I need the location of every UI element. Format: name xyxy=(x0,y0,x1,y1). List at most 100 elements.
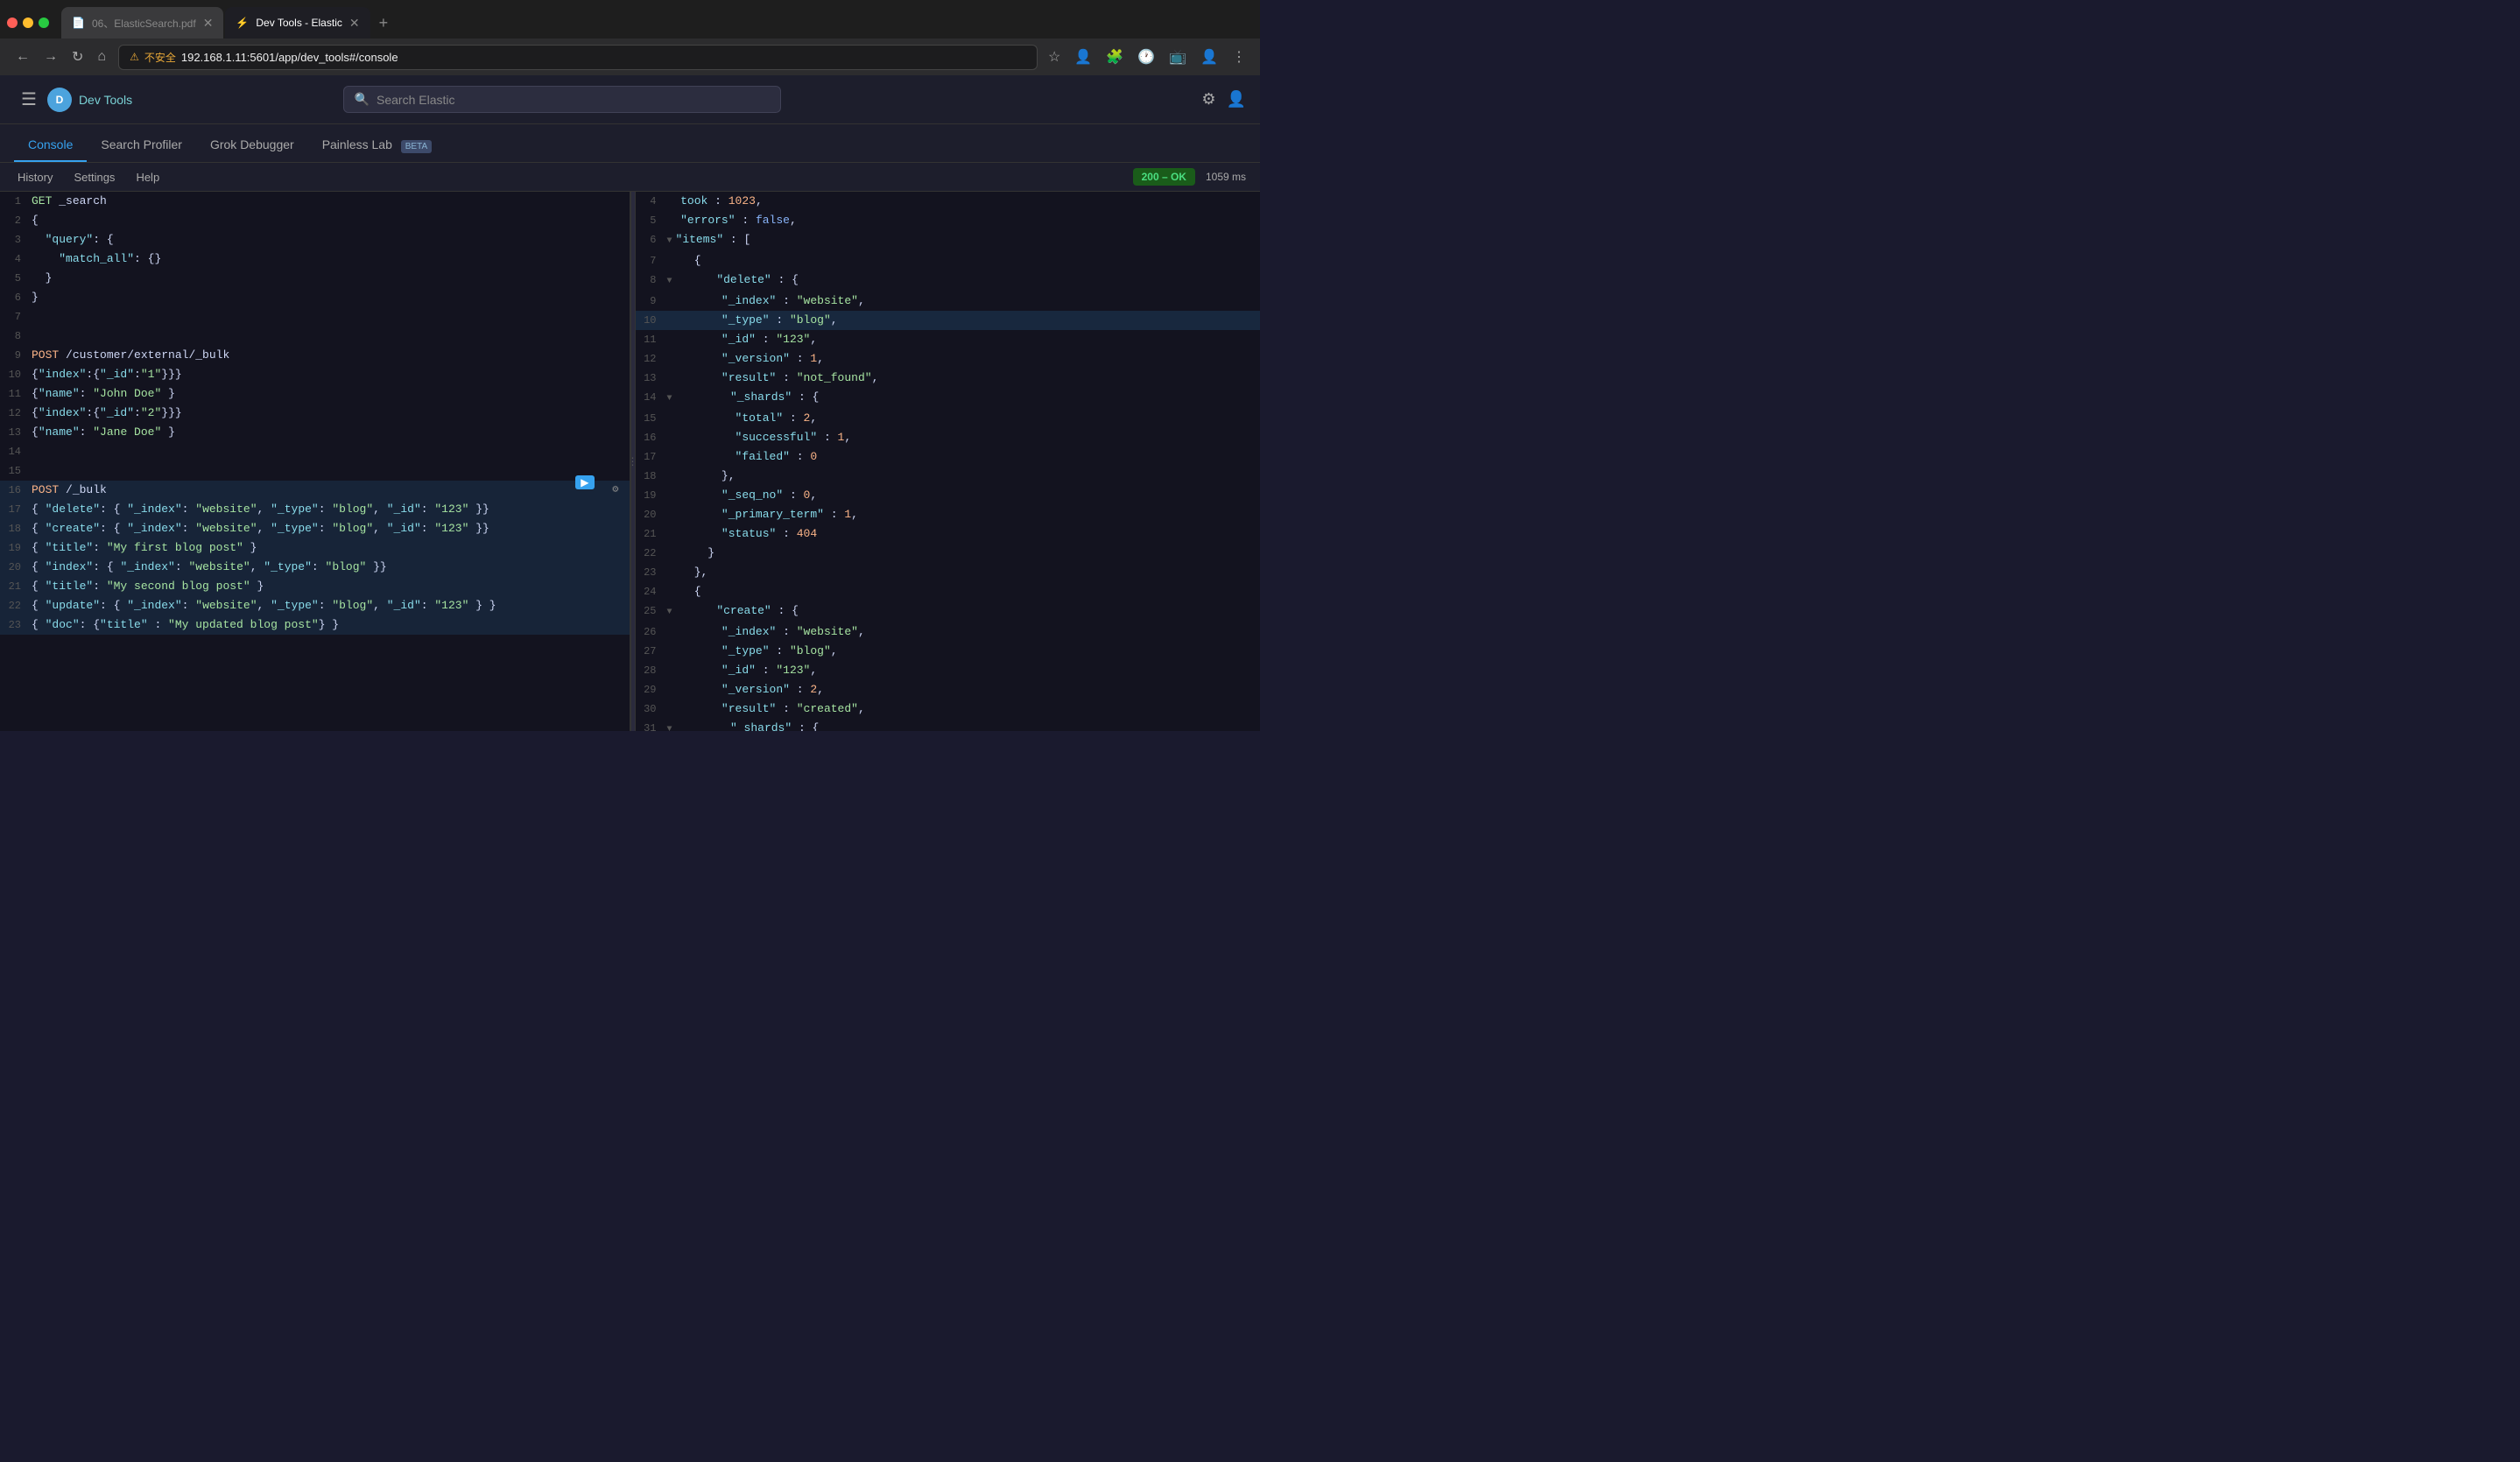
reload-button[interactable]: ↻ xyxy=(67,45,88,69)
tab-console[interactable]: Console xyxy=(14,129,87,162)
elastic-search-bar[interactable]: 🔍 Search Elastic xyxy=(343,86,781,113)
resp-line: 17 "failed" : 0 xyxy=(636,447,1261,467)
code-line: 20 { "index": { "_index": "website", "_t… xyxy=(0,558,630,577)
tab-devtools-close[interactable]: ✕ xyxy=(349,16,360,31)
bookmark-icon[interactable]: ☆ xyxy=(1045,45,1064,69)
beta-badge: BETA xyxy=(401,140,432,153)
search-icon: 🔍 xyxy=(355,92,370,107)
resp-line: 27 "_type" : "blog", xyxy=(636,642,1261,661)
code-line: 15 xyxy=(0,461,630,481)
tab-grok-debugger[interactable]: Grok Debugger xyxy=(196,129,308,162)
code-line: 6 } xyxy=(0,288,630,307)
forward-button[interactable]: → xyxy=(39,46,63,68)
settings-icon[interactable]: ⚙ xyxy=(1201,90,1215,109)
main-content: 1 GET _search 2 { 3 "query": { 4 "match_… xyxy=(0,192,1260,731)
history-button[interactable]: History xyxy=(14,168,56,186)
resp-line: 9 "_index" : "website", xyxy=(636,292,1261,311)
resp-line: 12 "_version" : 1, xyxy=(636,349,1261,369)
code-line: 21 { "title": "My second blog post" } xyxy=(0,577,630,596)
code-line: 7 xyxy=(0,307,630,327)
traffic-lights xyxy=(7,18,49,28)
user-account-icon[interactable]: 👤 xyxy=(1197,45,1221,69)
resp-line: 4 took : 1023, xyxy=(636,192,1261,211)
resp-line: 19 "_seq_no" : 0, xyxy=(636,486,1261,505)
elastic-header: ☰ D Dev Tools 🔍 Search Elastic ⚙ 👤 xyxy=(0,75,1260,124)
nav-controls: ← → ↻ ⌂ xyxy=(11,45,111,69)
tab-grok-debugger-label: Grok Debugger xyxy=(210,137,294,151)
editor-area[interactable]: 1 GET _search 2 { 3 "query": { 4 "match_… xyxy=(0,192,630,731)
code-line: 5 } xyxy=(0,269,630,288)
help-icon[interactable]: 👤 xyxy=(1227,90,1246,109)
run-button[interactable]: ▶ xyxy=(575,475,594,489)
address-bar-row: ← → ↻ ⌂ ⚠ 不安全 192.168.1.11:5601/app/dev_… xyxy=(0,39,1260,75)
code-line: 8 xyxy=(0,327,630,346)
resp-line: 23 }, xyxy=(636,563,1261,582)
code-line: 14 xyxy=(0,442,630,461)
new-tab-button[interactable]: + xyxy=(372,11,396,36)
profile-icon[interactable]: 👤 xyxy=(1071,45,1095,69)
code-line: 23 { "doc": {"title" : "My updated blog … xyxy=(0,615,630,635)
tab-pdf-icon: 📄 xyxy=(72,17,85,29)
resp-line: 21 "status" : 404 xyxy=(636,524,1261,544)
tab-search-profiler[interactable]: Search Profiler xyxy=(87,129,196,162)
code-line: 3 "query": { xyxy=(0,230,630,250)
tab-devtools-icon: ⚡ xyxy=(236,17,249,29)
help-button[interactable]: Help xyxy=(132,168,163,186)
editor-panel: 1 GET _search 2 { 3 "query": { 4 "match_… xyxy=(0,192,630,731)
address-text: 192.168.1.11:5601/app/dev_tools#/console xyxy=(181,51,398,64)
tab-pdf[interactable]: 📄 06、ElasticSearch.pdf ✕ xyxy=(61,7,223,39)
resp-line: 29 "_version" : 2, xyxy=(636,680,1261,699)
code-line: 11 {"name": "John Doe" } xyxy=(0,384,630,404)
response-area[interactable]: 4 took : 1023, 5 "errors" : false, 6 ▼"i… xyxy=(636,192,1261,731)
code-line: 17 { "delete": { "_index": "website", "_… xyxy=(0,500,630,519)
more-icon[interactable]: ⋮ xyxy=(1228,45,1249,69)
tab-painless-lab[interactable]: Painless Lab BETA xyxy=(308,129,446,162)
status-ok-badge: 200 – OK xyxy=(1133,168,1195,186)
code-line: 10 {"index":{"_id":"1"}}} xyxy=(0,365,630,384)
code-line: 9 POST /customer/external/_bulk xyxy=(0,346,630,365)
breadcrumb[interactable]: Dev Tools xyxy=(79,93,132,107)
elastic-app: ☰ D Dev Tools 🔍 Search Elastic ⚙ 👤 Conso… xyxy=(0,75,1260,731)
resp-line: 30 "result" : "created", xyxy=(636,699,1261,719)
response-panel: 4 took : 1023, 5 "errors" : false, 6 ▼"i… xyxy=(636,192,1261,731)
code-line-highlight: 16 POST /_bulk ▶ ⚙ xyxy=(0,481,630,500)
response-time: 1059 ms xyxy=(1206,171,1246,183)
header-right: ⚙ 👤 xyxy=(1201,90,1246,109)
settings-button[interactable]: Settings xyxy=(70,168,118,186)
resp-line: 16 "successful" : 1, xyxy=(636,428,1261,447)
maximize-window-btn[interactable] xyxy=(39,18,49,28)
minimize-window-btn[interactable] xyxy=(23,18,33,28)
tab-pdf-close[interactable]: ✕ xyxy=(203,16,214,31)
resp-line-highlighted: 10 "_type" : "blog", xyxy=(636,311,1261,330)
code-line: 13 {"name": "Jane Doe" } xyxy=(0,423,630,442)
code-line: 2 { xyxy=(0,211,630,230)
resp-line: 18 }, xyxy=(636,467,1261,486)
resp-line: 22 } xyxy=(636,544,1261,563)
resp-line: 15 "total" : 2, xyxy=(636,409,1261,428)
address-bar[interactable]: ⚠ 不安全 192.168.1.11:5601/app/dev_tools#/c… xyxy=(118,45,1038,70)
search-placeholder: Search Elastic xyxy=(377,93,454,107)
resp-line: 28 "_id" : "123", xyxy=(636,661,1261,680)
resp-line: 6 ▼"items" : [ xyxy=(636,230,1261,251)
resp-line: 14 ▼ "_shards" : { xyxy=(636,388,1261,409)
extensions-icon[interactable]: 🧩 xyxy=(1102,45,1127,69)
tab-painless-lab-label: Painless Lab xyxy=(322,137,392,151)
resp-line: 24 { xyxy=(636,582,1261,601)
code-line: 22 { "update": { "_index": "website", "_… xyxy=(0,596,630,615)
resp-line: 13 "result" : "not_found", xyxy=(636,369,1261,388)
devtools-nav: Console Search Profiler Grok Debugger Pa… xyxy=(0,124,1260,163)
resp-line: 25 ▼ "create" : { xyxy=(636,601,1261,622)
back-button[interactable]: ← xyxy=(11,46,35,68)
clock-icon[interactable]: 🕐 xyxy=(1134,45,1158,69)
settings-code-icon[interactable]: ⚙ xyxy=(612,482,618,496)
hamburger-menu-icon[interactable]: ☰ xyxy=(14,85,44,114)
resp-line: 8 ▼ "delete" : { xyxy=(636,271,1261,292)
security-warning-icon: ⚠ xyxy=(130,51,139,63)
code-line: 18 { "create": { "_index": "website", "_… xyxy=(0,519,630,538)
close-window-btn[interactable] xyxy=(7,18,18,28)
screen-icon[interactable]: 📺 xyxy=(1165,45,1190,69)
user-avatar[interactable]: D xyxy=(47,88,72,112)
home-button[interactable]: ⌂ xyxy=(92,46,111,68)
tab-bar: 📄 06、ElasticSearch.pdf ✕ ⚡ Dev Tools - E… xyxy=(0,0,1260,39)
tab-devtools[interactable]: ⚡ Dev Tools - Elastic ✕ xyxy=(225,7,370,39)
